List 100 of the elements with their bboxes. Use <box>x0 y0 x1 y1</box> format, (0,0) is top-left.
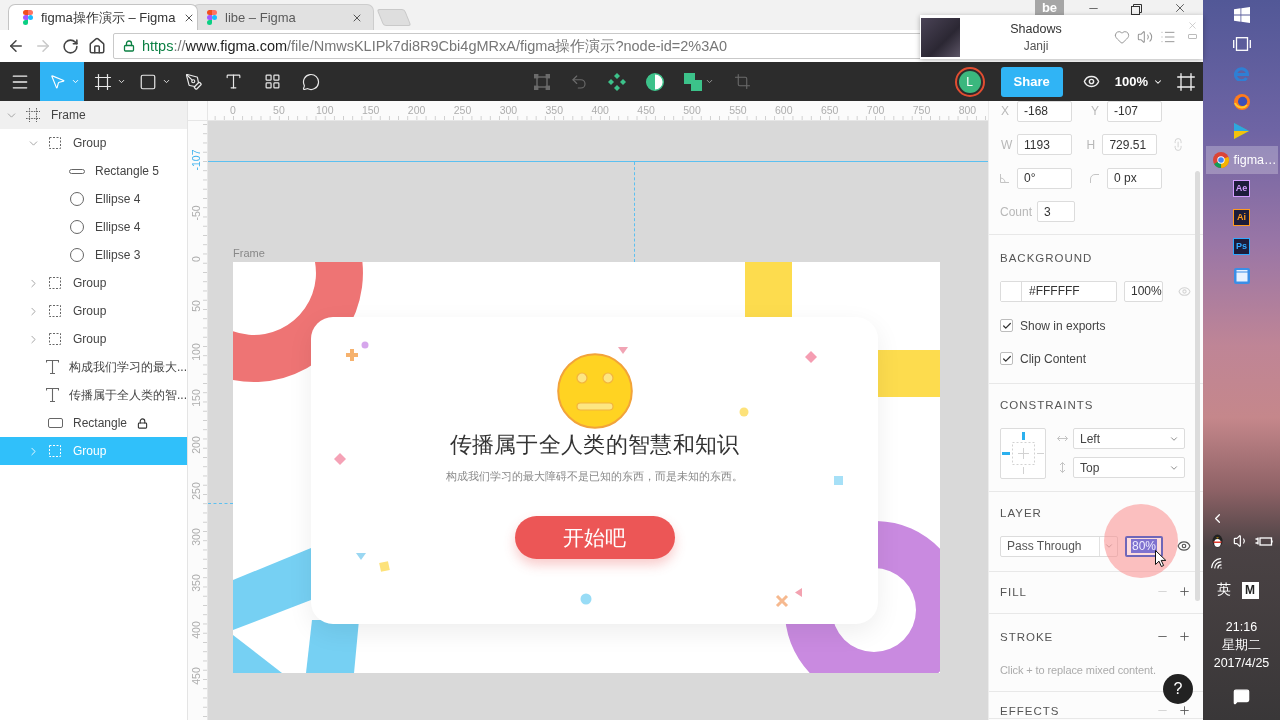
layer-item[interactable]: Group <box>0 325 187 353</box>
layer-item[interactable]: Frame <box>0 101 187 129</box>
layer-item[interactable]: Rectangle 5 <box>0 157 187 185</box>
opacity-field[interactable]: 100% <box>1124 280 1163 302</box>
card-title: 传播属于全人类的智慧和知识 <box>449 431 740 459</box>
ruler-label: 250 <box>453 104 472 116</box>
app-badge: be <box>1035 0 1064 16</box>
dot-shape <box>739 407 749 417</box>
square-shape <box>834 476 843 485</box>
ruler-label: 600 <box>775 104 793 116</box>
track-title: Shadows <box>1010 21 1062 36</box>
checkbox-label: Clip Content <box>1020 351 1087 366</box>
field-label: Y <box>1090 104 1100 118</box>
penguin-icon[interactable] <box>1211 533 1224 548</box>
number-field[interactable]: 0° <box>1017 167 1072 189</box>
layer-item[interactable]: Group <box>0 297 187 325</box>
start-icon[interactable] <box>1233 6 1250 23</box>
add-button[interactable] <box>1177 584 1191 599</box>
opacity-field[interactable]: 80% <box>1125 535 1163 557</box>
vertical-arrows-icon <box>1059 462 1066 473</box>
number-field[interactable]: 3 <box>1037 201 1075 222</box>
color-swatch-icon[interactable] <box>1001 281 1022 301</box>
diamond-shape <box>805 351 817 363</box>
square-icon <box>139 72 157 91</box>
play-triangle-icon[interactable] <box>1234 122 1249 139</box>
number-field[interactable]: 0 px <box>1107 167 1162 189</box>
field-label: W <box>1000 137 1014 152</box>
number-field[interactable]: -107 <box>1107 101 1162 122</box>
visibility-button[interactable] <box>1177 539 1191 553</box>
layer-item[interactable]: Ellipse 4 <box>0 213 187 241</box>
layer-item[interactable]: Ellipse 3 <box>0 241 187 269</box>
angle-icon <box>1000 173 1009 183</box>
ime-indicator[interactable]: 英 <box>1217 581 1231 599</box>
help-button[interactable]: ? <box>1163 674 1193 704</box>
browser-tab[interactable]: figma操作演示 – Figma <box>8 4 198 30</box>
app-tile-button[interactable]: Ai <box>1233 209 1250 226</box>
ruler-label: 0 <box>230 104 236 116</box>
zoom-dropdown[interactable]: 100% <box>1108 62 1169 101</box>
checkbox[interactable] <box>1000 352 1013 365</box>
checkbox[interactable] <box>1000 319 1013 332</box>
globe-logo-icon[interactable] <box>1233 93 1250 110</box>
home-icon <box>88 37 106 55</box>
cursor-icon <box>1155 550 1166 567</box>
layer-item[interactable]: 传播属于全人类的智... <box>0 381 187 409</box>
message-icon[interactable] <box>1233 687 1250 705</box>
ruler-label: 150 <box>361 104 380 116</box>
plus-icon <box>1177 704 1191 717</box>
ruler-label: 800 <box>958 104 977 116</box>
layer-item[interactable]: Ellipse 4 <box>0 185 187 213</box>
number-field[interactable]: -168 <box>1017 101 1072 122</box>
forward-arrow-icon <box>34 37 52 55</box>
checkbox-label: Show in exports <box>1020 318 1106 333</box>
number-field[interactable]: 729.51 <box>1102 134 1158 155</box>
ruler-label: -107 <box>190 149 202 171</box>
task-view-icon[interactable] <box>1232 36 1251 51</box>
blend-mode-dropdown[interactable]: Pass Through <box>1000 535 1118 557</box>
scrollbar-thumb[interactable] <box>1195 171 1200 601</box>
dashed-square-icon <box>49 277 61 289</box>
horizontal-arrows-icon <box>1057 435 1068 442</box>
frame-icon <box>94 72 112 91</box>
layer-item[interactable]: 构成我们学习的最大... <box>0 353 187 381</box>
eye-icon <box>1177 539 1191 553</box>
ruler-label: 200 <box>190 435 202 454</box>
section-heading: EFFECTS <box>1000 703 1060 718</box>
ruler-label: 550 <box>729 104 747 116</box>
list-icon <box>1160 29 1176 45</box>
app-tile-button[interactable]: Ps <box>1233 238 1250 255</box>
diamond-shape <box>334 453 346 465</box>
layer-item[interactable]: Group <box>0 129 187 157</box>
window-icon[interactable] <box>1233 267 1250 284</box>
vertical-constraint-dropdown[interactable]: Top <box>1073 457 1185 478</box>
frame-icon <box>26 108 40 122</box>
triangle-shape <box>795 588 802 597</box>
layer-item[interactable]: Rectangle <box>0 409 187 437</box>
app-logo-icon <box>207 10 217 25</box>
add-button[interactable] <box>1177 629 1191 644</box>
color-field[interactable]: #FFFFFF <box>1000 280 1117 302</box>
track-artist: Janji <box>1023 38 1049 53</box>
triangle-shape <box>233 635 282 673</box>
layer-item[interactable]: Group <box>0 269 187 297</box>
ruler-label: 650 <box>820 104 839 116</box>
album-art-placeholder <box>921 17 960 57</box>
cross-shape <box>775 594 789 608</box>
dot-shape <box>580 593 592 605</box>
dashed-square-icon <box>49 137 61 149</box>
ruler-label: 400 <box>190 620 202 639</box>
reload-icon <box>61 37 79 55</box>
constraints-diagram <box>1001 431 1045 475</box>
ime-mode-button[interactable]: M <box>1241 581 1259 599</box>
add-button[interactable] <box>1177 703 1191 718</box>
battery-icon[interactable] <box>1254 534 1273 547</box>
segmented-circle-icon[interactable] <box>1212 151 1229 168</box>
horizontal-constraint-dropdown[interactable]: Left <box>1073 428 1185 449</box>
undo-arrow-icon <box>569 72 588 91</box>
ruler-label: 100 <box>190 343 202 361</box>
number-field[interactable]: 1193 <box>1017 134 1072 155</box>
ruler-label: 450 <box>637 104 655 116</box>
app-tile-button[interactable]: Ae <box>1233 180 1250 197</box>
bar-shape <box>745 262 792 317</box>
field-label: H <box>1085 137 1097 152</box>
